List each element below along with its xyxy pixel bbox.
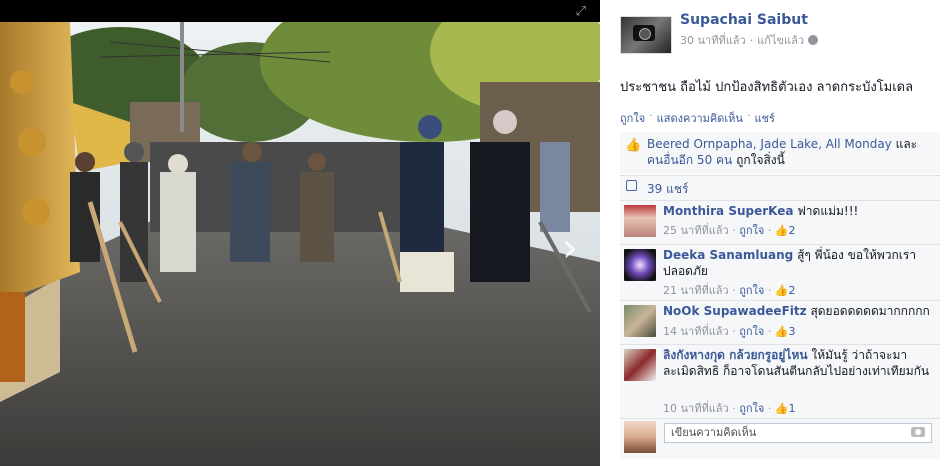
comment-item: Monthira SuperKea ฟาดแม่ม!!! 25 นาทีที่แ… xyxy=(620,200,940,245)
expand-icon[interactable]: ⤢ xyxy=(576,4,586,19)
likers-others[interactable]: คนอื่นอีก 50 คน xyxy=(647,153,732,167)
globe-icon[interactable] xyxy=(808,35,819,45)
photo-viewer: ⤢ › xyxy=(0,0,600,466)
author-avatar[interactable] xyxy=(620,16,672,54)
comment-item: Deeka Sanamluang สู้ๆ พี่น้อง ขอให้พวกเร… xyxy=(620,244,940,301)
thumbs-up-icon: 👍 xyxy=(774,325,789,338)
shares-summary: 39 แชร์ xyxy=(620,175,940,200)
likes-summary: 👍 Beered Ornpapha, Jade Lake, All Monday… xyxy=(620,132,940,174)
likers-names[interactable]: Beered Ornpapha, Jade Lake, All Monday xyxy=(647,137,892,151)
post-time[interactable]: 30 นาทีที่แล้ว xyxy=(680,31,746,49)
commenter-avatar[interactable] xyxy=(624,205,656,237)
comment-input[interactable]: เขียนความคิดเห็น xyxy=(664,423,932,443)
next-photo-arrow-icon[interactable]: › xyxy=(562,228,578,268)
thumbs-up-icon: 👍 xyxy=(774,284,789,297)
commenter-avatar[interactable] xyxy=(624,349,656,381)
like-link[interactable]: ถูกใจ xyxy=(620,109,645,127)
shares-count[interactable]: 39 แชร์ xyxy=(647,180,688,199)
current-user-avatar xyxy=(624,421,656,453)
post-actions: ถูกใจ · แสดงความคิดเห็น · แชร์ xyxy=(620,109,775,127)
commenter-name[interactable]: ลิงกังหางกุด กล้วยกรูอยู่ไหน xyxy=(663,348,808,362)
comment-item: NoOk SupawadeeFitz สุดยอดดดดดมากกกกก 14 … xyxy=(620,300,940,345)
post-sidebar: Supachai Saibut 30 นาทีที่แล้ว · แก้ไขแล… xyxy=(600,0,952,466)
comment-like-link[interactable]: ถูกใจ xyxy=(739,402,764,415)
camera-icon[interactable] xyxy=(911,427,925,437)
likes-text: Beered Ornpapha, Jade Lake, All Monday แ… xyxy=(647,137,918,167)
commenter-avatar[interactable] xyxy=(624,249,656,281)
comment-like-link[interactable]: ถูกใจ xyxy=(739,325,764,338)
share-link[interactable]: แชร์ xyxy=(754,109,774,127)
comment-composer: เขียนความคิดเห็น xyxy=(620,418,940,459)
commenter-name[interactable]: NoOk SupawadeeFitz xyxy=(663,304,807,318)
comment-like-link[interactable]: ถูกใจ xyxy=(739,224,764,237)
post-text: ประชาชน ถือไม้ ปกป้องสิทธิตัวเอง ลาดกระบ… xyxy=(620,80,914,95)
share-icon xyxy=(626,180,637,191)
comment-text: สุดยอดดดดดมากกกกก xyxy=(810,304,930,318)
edited-label[interactable]: แก้ไขแล้ว xyxy=(757,31,804,49)
thumbs-up-icon: 👍 xyxy=(774,402,789,415)
author-name[interactable]: Supachai Saibut xyxy=(680,12,808,28)
post-meta: 30 นาทีที่แล้ว · แก้ไขแล้ว xyxy=(680,31,819,49)
commenter-name[interactable]: Monthira SuperKea xyxy=(663,204,793,218)
comment-like-link[interactable]: ถูกใจ xyxy=(739,284,764,297)
commenter-name[interactable]: Deeka Sanamluang xyxy=(663,248,793,262)
commenter-avatar[interactable] xyxy=(624,305,656,337)
comment-text: ฟาดแม่ม!!! xyxy=(797,204,859,218)
comment-link[interactable]: แสดงความคิดเห็น xyxy=(657,109,743,127)
post-photo[interactable] xyxy=(0,22,600,466)
thumbs-up-icon: 👍 xyxy=(774,224,789,237)
thumbs-up-icon: 👍 xyxy=(625,138,642,153)
comment-item: ลิงกังหางกุด กล้วยกรูอยู่ไหน ให้มันรู้ ว… xyxy=(620,344,940,419)
